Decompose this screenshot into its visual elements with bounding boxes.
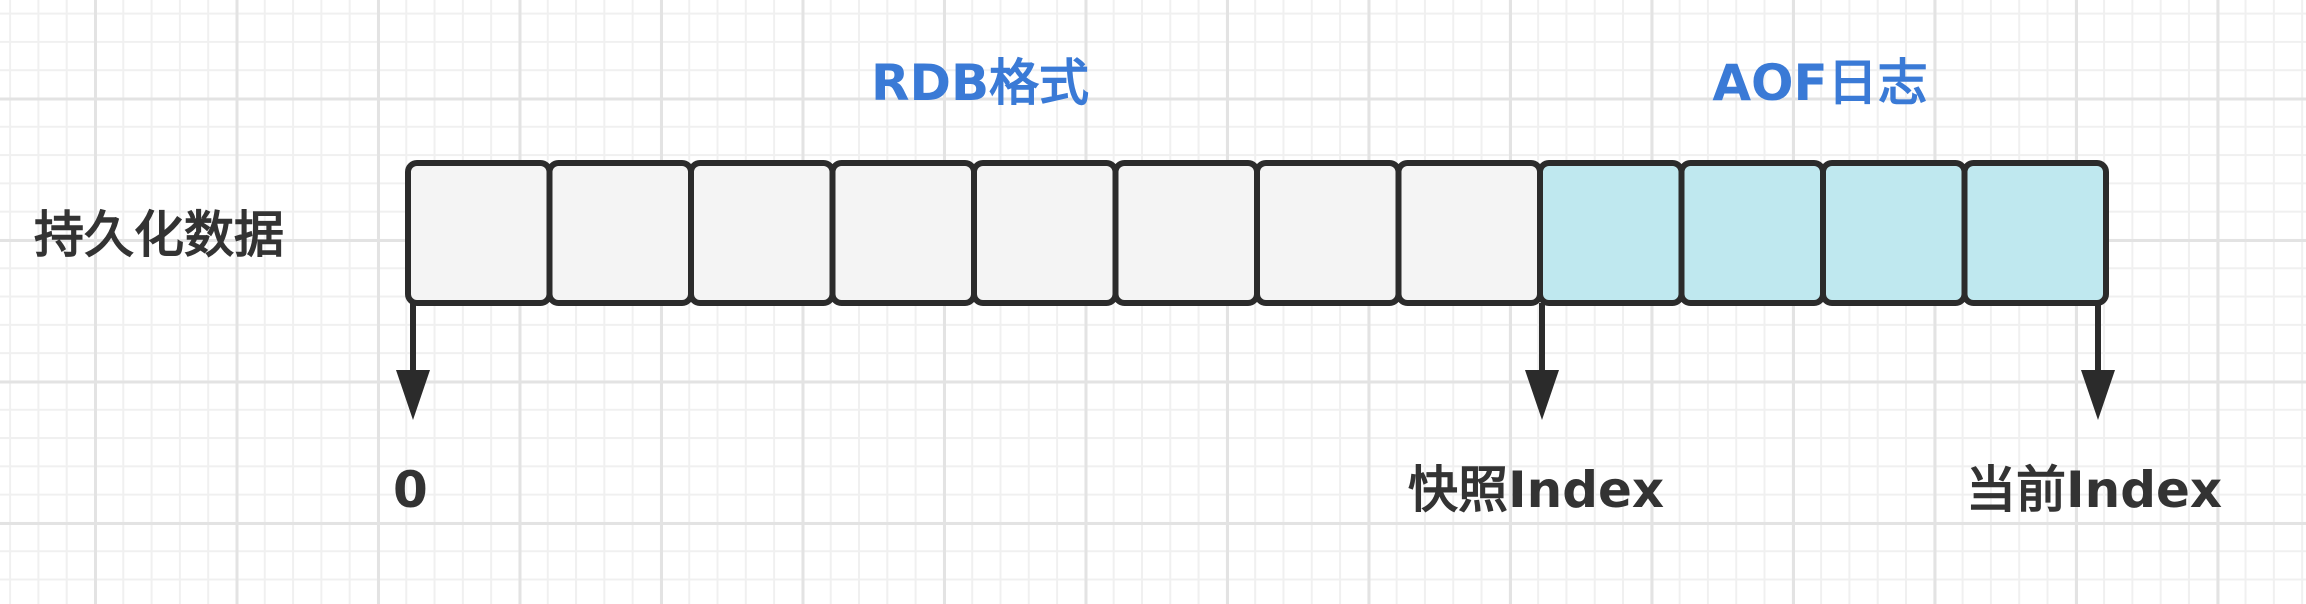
snapshot-index-arrow — [1525, 303, 1559, 420]
log-diagram: RDB格式 AOF日志 持久化数据 0 快照Index 当前Index — [0, 0, 2306, 604]
rdb-log-cell — [1395, 160, 1543, 306]
rdb-log-cell — [405, 160, 553, 306]
rdb-log-cell — [546, 160, 694, 306]
marker-label-zero: 0 — [393, 461, 428, 519]
zero-arrow — [396, 303, 430, 420]
rdb-log-cell — [829, 160, 977, 306]
rdb-log-cell — [688, 160, 836, 306]
marker-label-snapshot-index: 快照Index — [1408, 461, 1665, 519]
aof-log-cell — [1961, 160, 2109, 306]
aof-log-cell — [1537, 160, 1685, 306]
marker-label-current-index: 当前Index — [1966, 461, 2223, 519]
rdb-log-cell — [971, 160, 1119, 306]
rdb-log-cell — [1112, 160, 1260, 306]
current-index-arrow — [2081, 303, 2115, 420]
aof-log-cell — [1820, 160, 1968, 306]
rdb-log-cell — [1254, 160, 1402, 306]
log-cells — [405, 160, 2109, 306]
aof-log-cell — [1678, 160, 1826, 306]
index-arrows — [396, 303, 2115, 420]
log-cells-svg — [396, 160, 2115, 420]
